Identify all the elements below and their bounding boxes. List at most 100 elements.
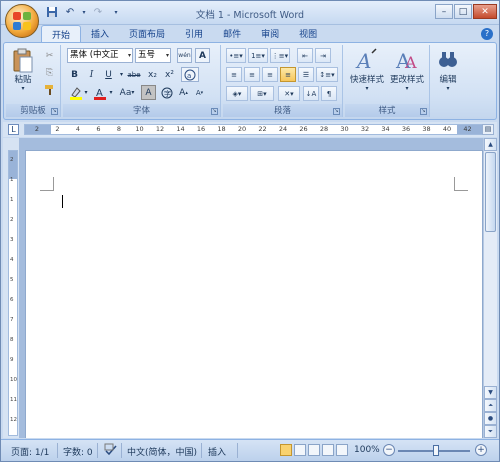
vertical-ruler-tick-label: 8 bbox=[10, 337, 14, 343]
align-right-icon[interactable]: ≡ bbox=[262, 67, 278, 82]
bold-button[interactable]: B bbox=[67, 67, 82, 82]
clipboard-launcher-icon[interactable]: ↘ bbox=[51, 108, 58, 115]
vertical-scrollbar[interactable]: ▲ ▼ ⏶ ● ⏷ bbox=[483, 138, 497, 438]
shading-icon[interactable]: ◈▾ bbox=[226, 86, 248, 101]
page-indicator[interactable]: 页面: 1/1 bbox=[11, 445, 49, 458]
ruler-tick-label: 2 bbox=[55, 125, 60, 133]
justify-icon[interactable]: ≡ bbox=[280, 67, 296, 82]
char-shading-button[interactable]: A bbox=[141, 85, 156, 100]
previous-page-icon[interactable]: ⏶ bbox=[484, 399, 497, 412]
draft-view-icon[interactable] bbox=[336, 444, 348, 456]
vertical-ruler-tick-label: 4 bbox=[10, 257, 14, 263]
paragraph-label: 段落 bbox=[223, 104, 342, 117]
maximize-button[interactable]: □ bbox=[454, 4, 472, 19]
vertical-ruler-margin bbox=[9, 151, 17, 179]
ruler-tick-label: 4 bbox=[75, 125, 81, 133]
tab-page-layout[interactable]: 页面布局 bbox=[119, 25, 175, 42]
ruler-tick-label: 36 bbox=[401, 125, 411, 133]
print-layout-icon[interactable] bbox=[280, 444, 292, 456]
change-case-button[interactable]: Aa ▾ bbox=[117, 85, 137, 100]
decrease-indent-icon[interactable]: ⇤ bbox=[297, 48, 313, 63]
chevron-down-icon[interactable]: ▾ bbox=[82, 85, 90, 100]
strikethrough-button[interactable]: abe bbox=[125, 67, 143, 82]
line-spacing-icon[interactable]: ↕≡▾ bbox=[316, 67, 338, 82]
scroll-thumb[interactable] bbox=[485, 152, 496, 232]
tab-references[interactable]: 引用 bbox=[175, 25, 213, 42]
zoom-level[interactable]: 100% bbox=[354, 445, 380, 455]
proofing-icon[interactable] bbox=[104, 443, 118, 460]
char-border-button[interactable]: A bbox=[195, 48, 210, 63]
styles-launcher-icon[interactable]: ↘ bbox=[420, 108, 427, 115]
scroll-up-icon[interactable]: ▲ bbox=[484, 138, 497, 151]
next-page-icon[interactable]: ⏷ bbox=[484, 425, 497, 438]
editing-button[interactable]: 编辑 ▾ bbox=[434, 47, 462, 92]
document-area bbox=[19, 138, 483, 438]
insert-mode[interactable]: 插入 bbox=[208, 445, 226, 458]
tab-view[interactable]: 视图 bbox=[289, 25, 327, 42]
align-center-icon[interactable]: ≡ bbox=[244, 67, 260, 82]
window-controls: – □ ✕ bbox=[435, 4, 497, 19]
minimize-button[interactable]: – bbox=[435, 4, 453, 19]
document-page[interactable] bbox=[25, 150, 483, 438]
show-marks-icon[interactable]: ¶ bbox=[321, 86, 337, 101]
zoom-slider-knob[interactable] bbox=[433, 445, 439, 456]
vertical-ruler[interactable]: 2 1 1 2 3 4 5 6 7 8 9 10 11 12 bbox=[3, 138, 19, 438]
margin-corner-top-left bbox=[40, 177, 54, 191]
font-launcher-icon[interactable]: ↘ bbox=[211, 108, 218, 115]
styles-group: A 快速样式 ▾ A A 更改样式 ▾ 样式 ↘ bbox=[345, 45, 430, 117]
tab-insert[interactable]: 插入 bbox=[81, 25, 119, 42]
increase-indent-icon[interactable]: ⇥ bbox=[315, 48, 331, 63]
format-painter-icon[interactable] bbox=[42, 82, 57, 97]
zoom-in-icon[interactable]: + bbox=[475, 444, 487, 456]
sort-icon[interactable]: ↓A bbox=[303, 86, 319, 101]
align-left-icon[interactable]: ≡ bbox=[226, 67, 242, 82]
paragraph-launcher-icon[interactable]: ↘ bbox=[333, 108, 340, 115]
multilevel-list-icon[interactable]: ⋮≡▾ bbox=[270, 48, 290, 63]
shrink-font-button[interactable]: A ▾ bbox=[192, 85, 207, 100]
horizontal-ruler[interactable]: 2 2 4 6 8 10 12 14 16 18 20 22 24 26 28 30 32 34 36 38 40 42 bbox=[24, 124, 484, 135]
help-icon[interactable]: ? bbox=[481, 28, 493, 40]
tab-home[interactable]: 开始 bbox=[41, 25, 82, 42]
enclose-char-icon[interactable]: 字 bbox=[159, 85, 174, 100]
font-name-combo[interactable]: 黑体 (中文正 ▾ bbox=[67, 48, 133, 63]
quick-styles-button[interactable]: A 快速样式 ▾ bbox=[347, 47, 387, 92]
copy-icon[interactable]: ⎘ bbox=[42, 65, 57, 80]
status-bar: 页面: 1/1 字数: 0 中文(简体，中国) 插入 100% − + bbox=[1, 439, 499, 461]
web-layout-icon[interactable] bbox=[308, 444, 320, 456]
word-count[interactable]: 字数: 0 bbox=[63, 445, 93, 458]
superscript-button[interactable]: x² bbox=[162, 67, 177, 82]
cut-icon[interactable]: ✂ bbox=[42, 48, 57, 63]
full-screen-reading-icon[interactable] bbox=[294, 444, 306, 456]
select-browse-object-icon[interactable]: ● bbox=[484, 412, 497, 425]
text-cursor bbox=[62, 195, 63, 208]
italic-button[interactable]: I bbox=[84, 67, 99, 82]
status-divider bbox=[121, 443, 122, 458]
scroll-down-icon[interactable]: ▼ bbox=[484, 386, 497, 399]
tab-review[interactable]: 审阅 bbox=[251, 25, 289, 42]
distributed-icon[interactable]: ☰ bbox=[298, 67, 314, 82]
chinese-layout-icon[interactable]: ✕▾ bbox=[278, 86, 300, 101]
font-size-combo[interactable]: 五号 ▾ bbox=[135, 48, 171, 63]
tab-selector[interactable]: L bbox=[8, 124, 19, 135]
view-ruler-icon[interactable]: ▤ bbox=[482, 124, 494, 135]
change-styles-button[interactable]: A A 更改样式 ▾ bbox=[387, 47, 427, 92]
paste-button[interactable]: 粘贴 ▾ bbox=[12, 47, 34, 92]
numbering-icon[interactable]: 1≡▾ bbox=[248, 48, 268, 63]
bullets-icon[interactable]: •≡▾ bbox=[226, 48, 246, 63]
text-effects-icon[interactable]: a bbox=[181, 67, 199, 82]
paragraph-group: •≡▾ 1≡▾ ⋮≡▾ ⇤ ⇥ ≡ ≡ ≡ ≡ ☰ ↕≡▾ ◈▾ ⊞▾ ✕▾ ↓… bbox=[223, 45, 343, 117]
outline-view-icon[interactable] bbox=[322, 444, 334, 456]
paste-dropdown-icon: ▾ bbox=[21, 85, 25, 92]
ribbon: 粘贴 ▾ ✂ ⎘ 剪贴板 ↘ 黑体 (中文正 ▾ 五号 ▾ wén A B I U … bbox=[3, 42, 497, 120]
wen-button[interactable]: wén bbox=[177, 48, 192, 63]
subscript-button[interactable]: x₂ bbox=[145, 67, 160, 82]
chevron-down-icon[interactable]: ▾ bbox=[107, 85, 115, 100]
grow-font-button[interactable]: A ▴ bbox=[176, 85, 191, 100]
borders-icon[interactable]: ⊞▾ bbox=[250, 86, 274, 101]
close-button[interactable]: ✕ bbox=[473, 4, 497, 19]
language-indicator[interactable]: 中文(简体，中国) bbox=[127, 445, 197, 458]
zoom-out-icon[interactable]: − bbox=[383, 444, 395, 456]
office-button[interactable] bbox=[5, 4, 39, 38]
tab-mailings[interactable]: 邮件 bbox=[213, 25, 251, 42]
ruler-tick-label: 40 bbox=[442, 125, 452, 133]
